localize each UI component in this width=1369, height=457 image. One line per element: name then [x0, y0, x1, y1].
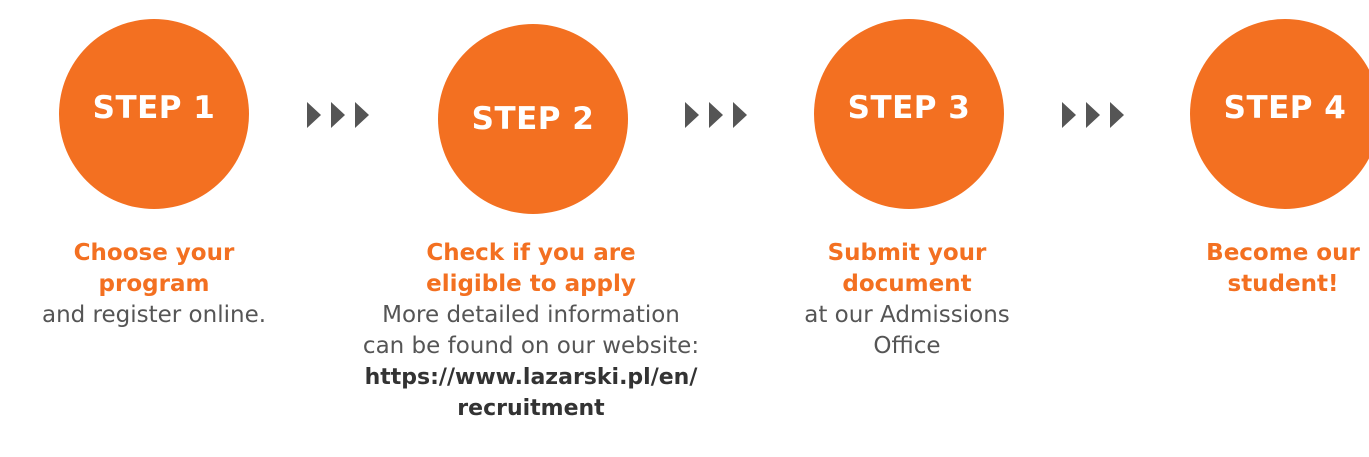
- step-2-label: STEP 2: [471, 101, 595, 137]
- step-4-title: Become our student!: [1206, 240, 1360, 297]
- step-3-title: Submit your document: [827, 240, 987, 297]
- step-1-text: Choose your program and register online.: [0, 238, 324, 331]
- step-2-text: Check if you are eligible to apply More …: [361, 238, 701, 424]
- step-2-circle: STEP 2: [438, 24, 628, 214]
- step-4-text: Become our student!: [1113, 238, 1369, 300]
- step-1-title: Choose your program: [73, 240, 235, 297]
- step-3-text: Submit your document at our Admissions O…: [737, 238, 1077, 362]
- recruitment-link[interactable]: https://www.lazarski.pl/en/ recruitment: [361, 362, 701, 424]
- triple-chevron-right-icon: [307, 102, 369, 128]
- step-2-description: More detailed information can be found o…: [362, 302, 700, 359]
- step-3-description: at our Admissions Office: [804, 302, 1010, 359]
- triple-chevron-right-icon: [685, 102, 747, 128]
- step-2-title: Check if you are eligible to apply: [426, 240, 636, 297]
- triple-chevron-right-icon: [1062, 102, 1124, 128]
- step-3-circle: STEP 3: [814, 19, 1004, 209]
- step-1-label: STEP 1: [92, 90, 216, 126]
- step-4-label: STEP 4: [1223, 90, 1347, 126]
- step-3-label: STEP 3: [847, 90, 971, 126]
- step-1-circle: STEP 1: [59, 19, 249, 209]
- step-1-description: and register online.: [41, 302, 267, 328]
- step-4-circle: STEP 4: [1190, 19, 1369, 209]
